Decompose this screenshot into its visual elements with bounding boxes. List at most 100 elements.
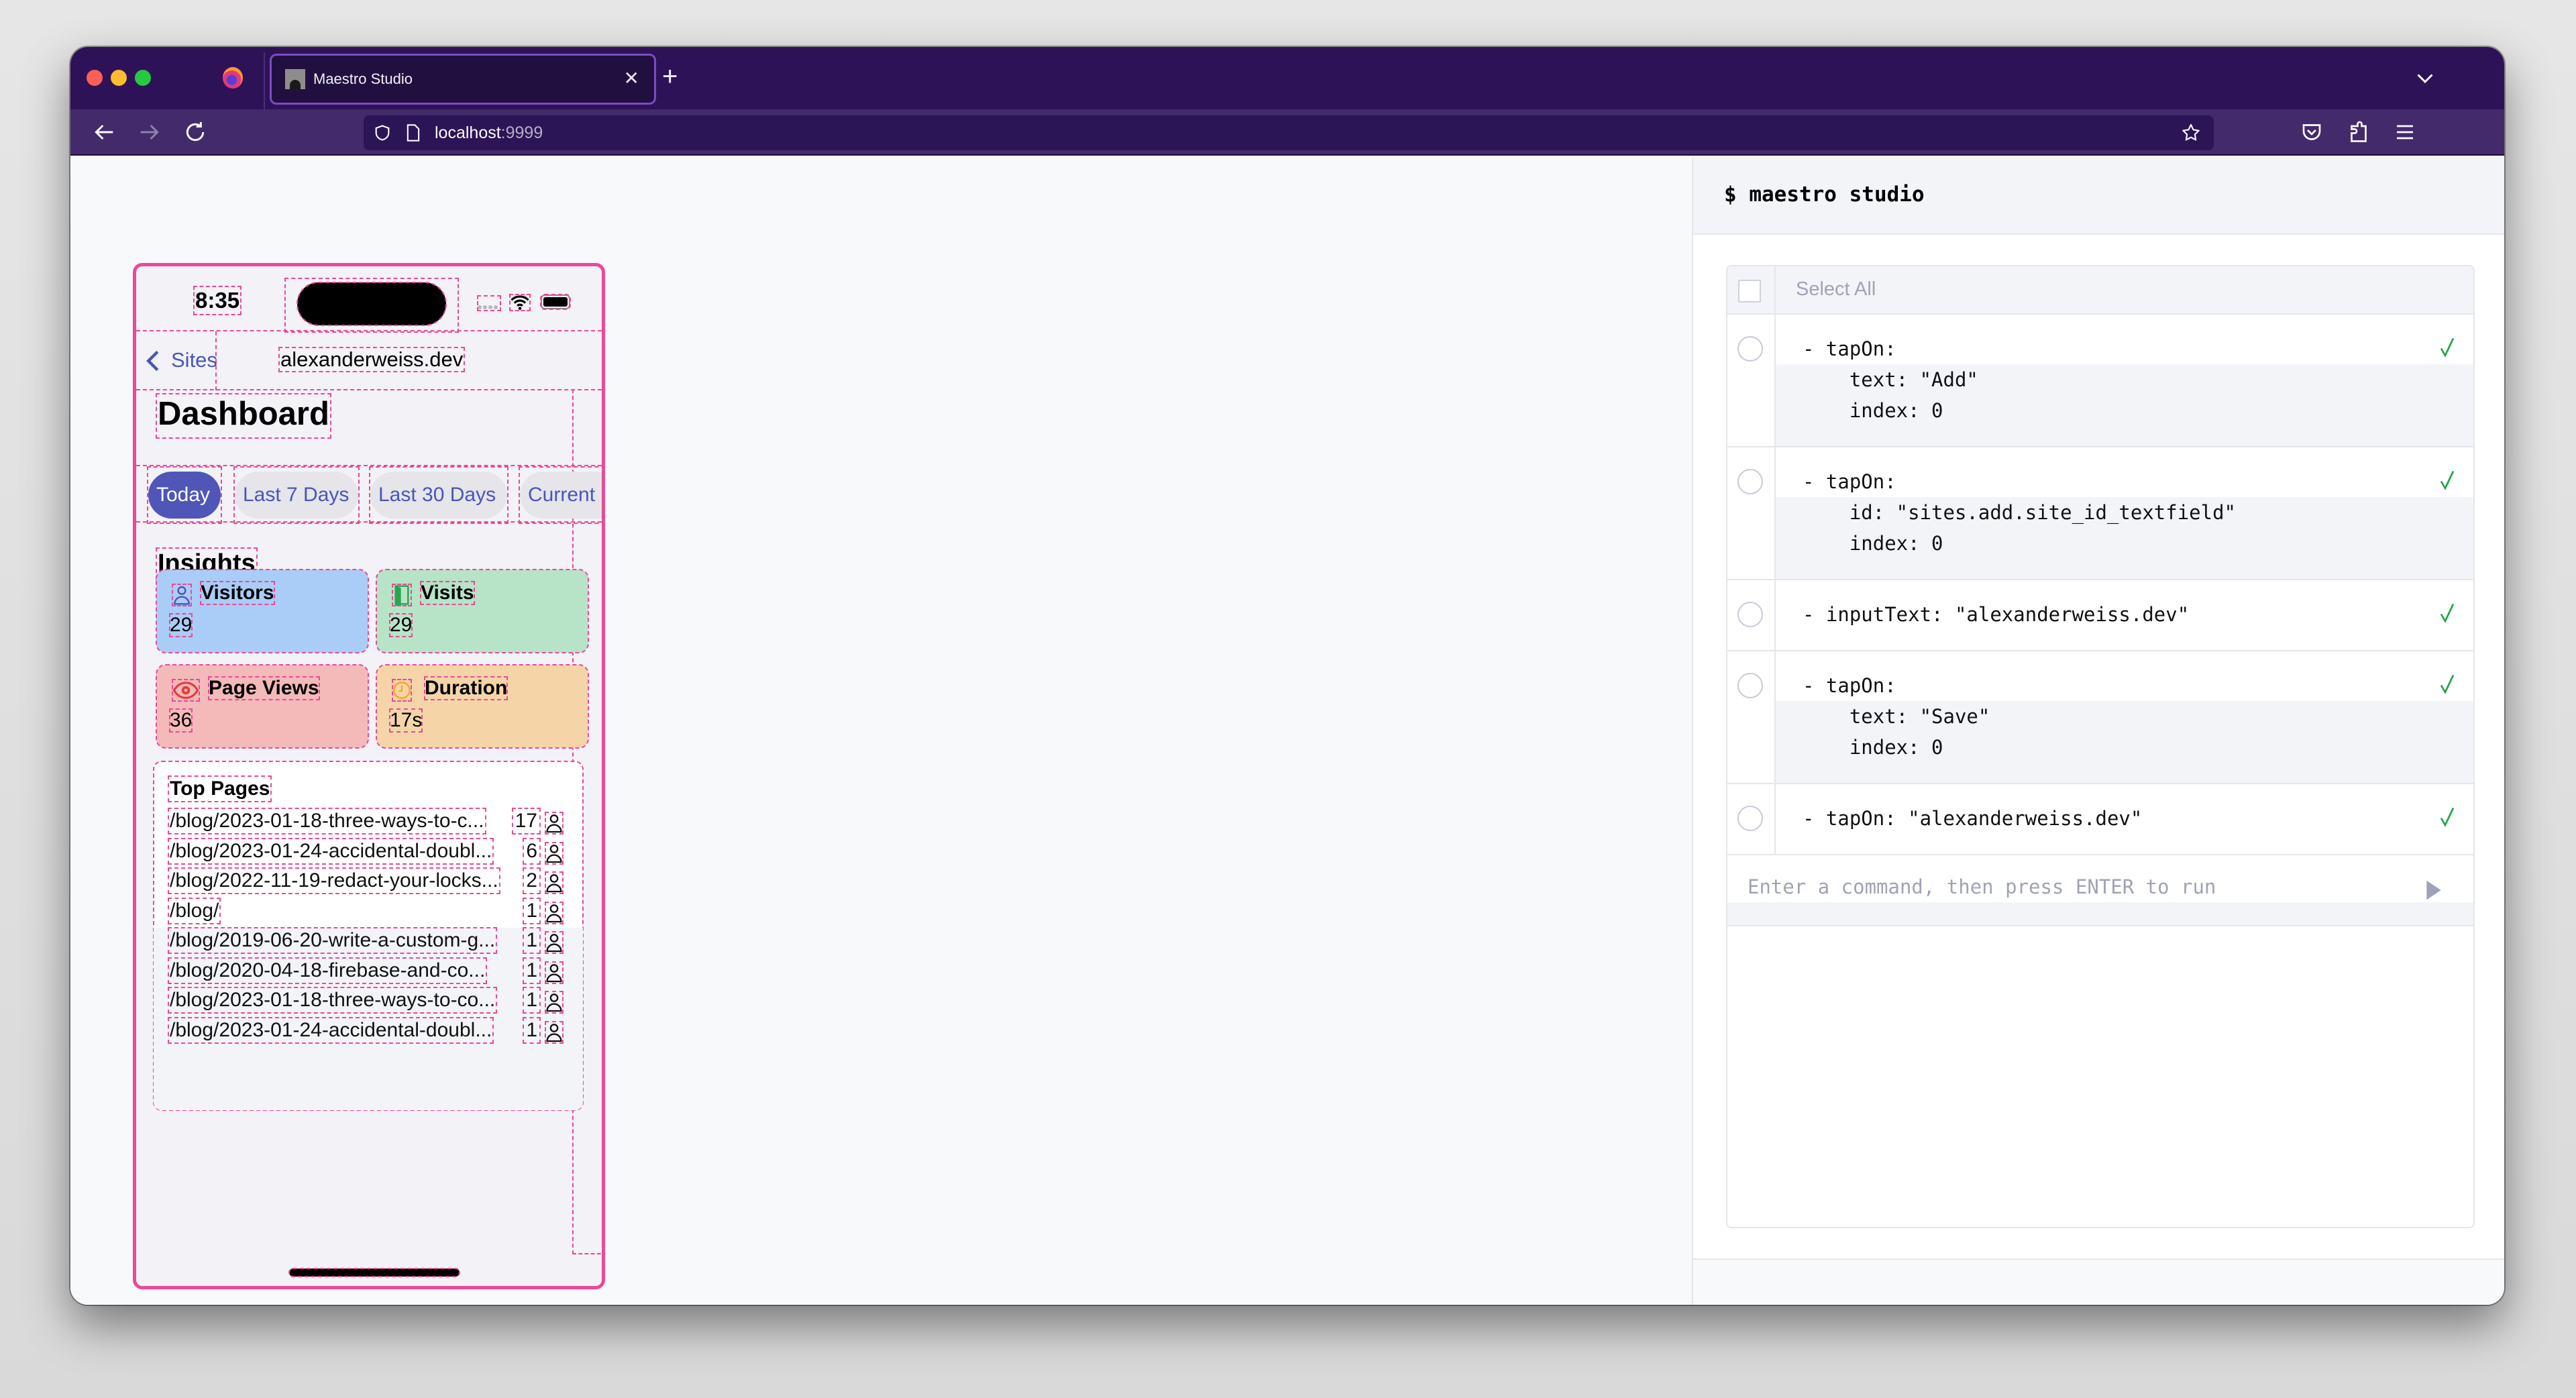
top-page-row[interactable]: /blog/2020-04-18-firebase-and-co... 1 bbox=[167, 957, 564, 989]
top-page-path: /blog/ bbox=[167, 897, 221, 924]
top-page-row[interactable]: /blog/1 bbox=[167, 897, 564, 929]
command-line: - inputText: "alexanderweiss.dev" bbox=[1803, 603, 2190, 626]
card-label: Visitors bbox=[200, 581, 275, 605]
command-item[interactable]: - tapOn: id: "sites.add.site_id_textfiel… bbox=[1727, 447, 2473, 580]
person-icon bbox=[545, 931, 564, 954]
forward-arrow-icon[interactable] bbox=[136, 119, 163, 146]
top-page-row[interactable]: /blog/2022-11-19-redact-your-locks... 2 bbox=[168, 867, 564, 899]
run-play-icon[interactable] bbox=[2425, 879, 2443, 901]
command-line: - tapOn: bbox=[1803, 337, 1896, 360]
command-line: index: 0 bbox=[1803, 399, 1943, 422]
pocket-icon[interactable] bbox=[2300, 120, 2324, 144]
range-current[interactable]: Current bbox=[520, 472, 602, 519]
extensions-icon[interactable] bbox=[2347, 120, 2371, 144]
success-check-icon bbox=[2440, 337, 2455, 358]
success-check-icon bbox=[2440, 807, 2455, 827]
command-input[interactable] bbox=[1748, 875, 2418, 898]
command-line: - tapOn: bbox=[1803, 674, 1896, 697]
command-line: text: "Save" bbox=[1803, 705, 1990, 728]
device-screen[interactable]: 8:35 Sites alexanderweiss.dev Dashboard … bbox=[133, 263, 605, 1289]
person-icon bbox=[545, 991, 564, 1014]
menu-icon[interactable] bbox=[2393, 120, 2417, 144]
command-list: Select All - tapOn: text: "Add" index: 0… bbox=[1726, 265, 2475, 1228]
door-icon bbox=[392, 584, 412, 606]
command-line: index: 0 bbox=[1803, 532, 1943, 555]
top-page-path: /blog/2023-01-18-three-ways-to-c... bbox=[168, 808, 486, 835]
close-window-button[interactable] bbox=[87, 70, 103, 86]
success-check-icon bbox=[2440, 470, 2455, 490]
top-page-row[interactable]: /blog/2019-06-20-write-a-custom-g... 1 bbox=[167, 927, 564, 959]
page-title: Dashboard bbox=[156, 393, 331, 439]
back-arrow-icon[interactable] bbox=[91, 119, 117, 146]
card-duration[interactable]: Duration 17s bbox=[376, 664, 589, 749]
command-item[interactable]: - tapOn: text: "Save" index: 0 bbox=[1727, 651, 2473, 784]
firefox-icon bbox=[223, 67, 243, 89]
range-last-30-days[interactable]: Last 30 Days bbox=[370, 472, 507, 519]
card-label: Visits bbox=[420, 581, 475, 605]
top-pages-card: Top Pages /blog/2023-01-18-three-ways-to… bbox=[153, 761, 584, 1111]
person-icon bbox=[545, 871, 564, 894]
close-icon[interactable]: ✕ bbox=[624, 65, 639, 92]
top-page-path: /blog/2020-04-18-firebase-and-co... bbox=[167, 957, 488, 984]
range-last-7-days[interactable]: Last 7 Days bbox=[235, 472, 358, 519]
select-all-row[interactable]: Select All bbox=[1727, 266, 2473, 315]
chevron-left-icon[interactable] bbox=[146, 350, 160, 372]
top-page-row[interactable]: /blog/2023-01-24-accidental-doubl... 1 bbox=[167, 1016, 564, 1048]
command-line: id: "sites.add.site_id_textfield" bbox=[1803, 501, 2237, 524]
top-page-count: 1 bbox=[523, 957, 541, 984]
tab-list-chevron-icon[interactable] bbox=[2413, 66, 2437, 90]
success-check-icon bbox=[2440, 603, 2455, 623]
person-icon bbox=[545, 812, 564, 835]
studio-title: $ maestro studio bbox=[1724, 182, 1925, 207]
studio-header: $ maestro studio bbox=[1693, 157, 2504, 235]
url-bar[interactable]: localhost:9999 bbox=[364, 115, 2214, 150]
top-page-row[interactable]: /blog/2023-01-18-three-ways-to-co... 1 bbox=[167, 987, 564, 1018]
command-select-radio[interactable] bbox=[1737, 469, 1763, 494]
command-select-radio[interactable] bbox=[1737, 336, 1763, 362]
back-button-sites[interactable]: Sites bbox=[171, 348, 217, 372]
card-visits[interactable]: Visits 29 bbox=[376, 569, 589, 653]
top-page-path: /blog/2023-01-24-accidental-doubl... bbox=[167, 1016, 494, 1044]
range-today[interactable]: Today bbox=[148, 472, 221, 519]
date-range-selector: Today Last 7 Days Last 30 Days Current bbox=[136, 465, 602, 524]
top-page-count: 17 bbox=[511, 808, 541, 835]
maestro-studio-panel: $ maestro studio Select All - tapOn: tex… bbox=[1692, 157, 2504, 1305]
home-indicator[interactable] bbox=[288, 1268, 460, 1277]
zoom-window-button[interactable] bbox=[135, 70, 151, 86]
card-value: 29 bbox=[168, 613, 193, 637]
input-row-shade bbox=[1727, 902, 2473, 926]
top-page-count: 1 bbox=[523, 897, 541, 924]
command-body: - tapOn: id: "sites.add.site_id_textfiel… bbox=[1776, 447, 2473, 579]
command-body: - tapOn: text: "Save" index: 0 bbox=[1776, 651, 2473, 783]
command-body: - inputText: "alexanderweiss.dev" bbox=[1776, 580, 2473, 650]
reload-icon[interactable] bbox=[182, 119, 209, 146]
command-item[interactable]: - inputText: "alexanderweiss.dev" bbox=[1727, 580, 2473, 651]
person-icon bbox=[545, 1020, 564, 1044]
gutter-divider bbox=[1774, 266, 1776, 313]
success-check-icon bbox=[2440, 674, 2455, 694]
command-item[interactable]: - tapOn: text: "Add" index: 0 bbox=[1727, 315, 2473, 447]
card-visitors[interactable]: Visitors 29 bbox=[156, 569, 369, 653]
command-body: - tapOn: "alexanderweiss.dev" bbox=[1776, 784, 2473, 854]
select-all-label[interactable]: Select All bbox=[1796, 278, 1876, 301]
nav-title: alexanderweiss.dev bbox=[278, 347, 466, 372]
new-tab-button[interactable]: + bbox=[662, 56, 678, 97]
top-page-count: 6 bbox=[523, 837, 541, 865]
command-select-radio[interactable] bbox=[1737, 602, 1763, 627]
url-text[interactable]: localhost:9999 bbox=[435, 122, 543, 144]
tab-strip: Maestro Studio ✕ + bbox=[70, 47, 2504, 109]
command-item[interactable]: - tapOn: "alexanderweiss.dev" bbox=[1727, 784, 2473, 855]
tab-maestro-studio[interactable]: Maestro Studio ✕ bbox=[270, 54, 656, 105]
card-page-views[interactable]: Page Views 36 bbox=[156, 664, 369, 749]
command-line: - tapOn: "alexanderweiss.dev" bbox=[1803, 807, 2143, 830]
command-select-radio[interactable] bbox=[1737, 673, 1763, 698]
star-icon[interactable] bbox=[2180, 122, 2202, 144]
select-all-checkbox[interactable] bbox=[1738, 280, 1761, 303]
top-page-row[interactable]: /blog/2023-01-24-accidental-doubl... 6 bbox=[167, 837, 564, 869]
top-page-row[interactable]: /blog/2023-01-18-three-ways-to-c... 17 bbox=[168, 808, 564, 839]
command-select-radio[interactable] bbox=[1737, 806, 1763, 831]
tab-title: Maestro Studio bbox=[313, 70, 413, 87]
minimize-window-button[interactable] bbox=[111, 70, 127, 86]
shield-icon[interactable] bbox=[373, 123, 392, 142]
tab-favicon-icon bbox=[285, 69, 305, 89]
